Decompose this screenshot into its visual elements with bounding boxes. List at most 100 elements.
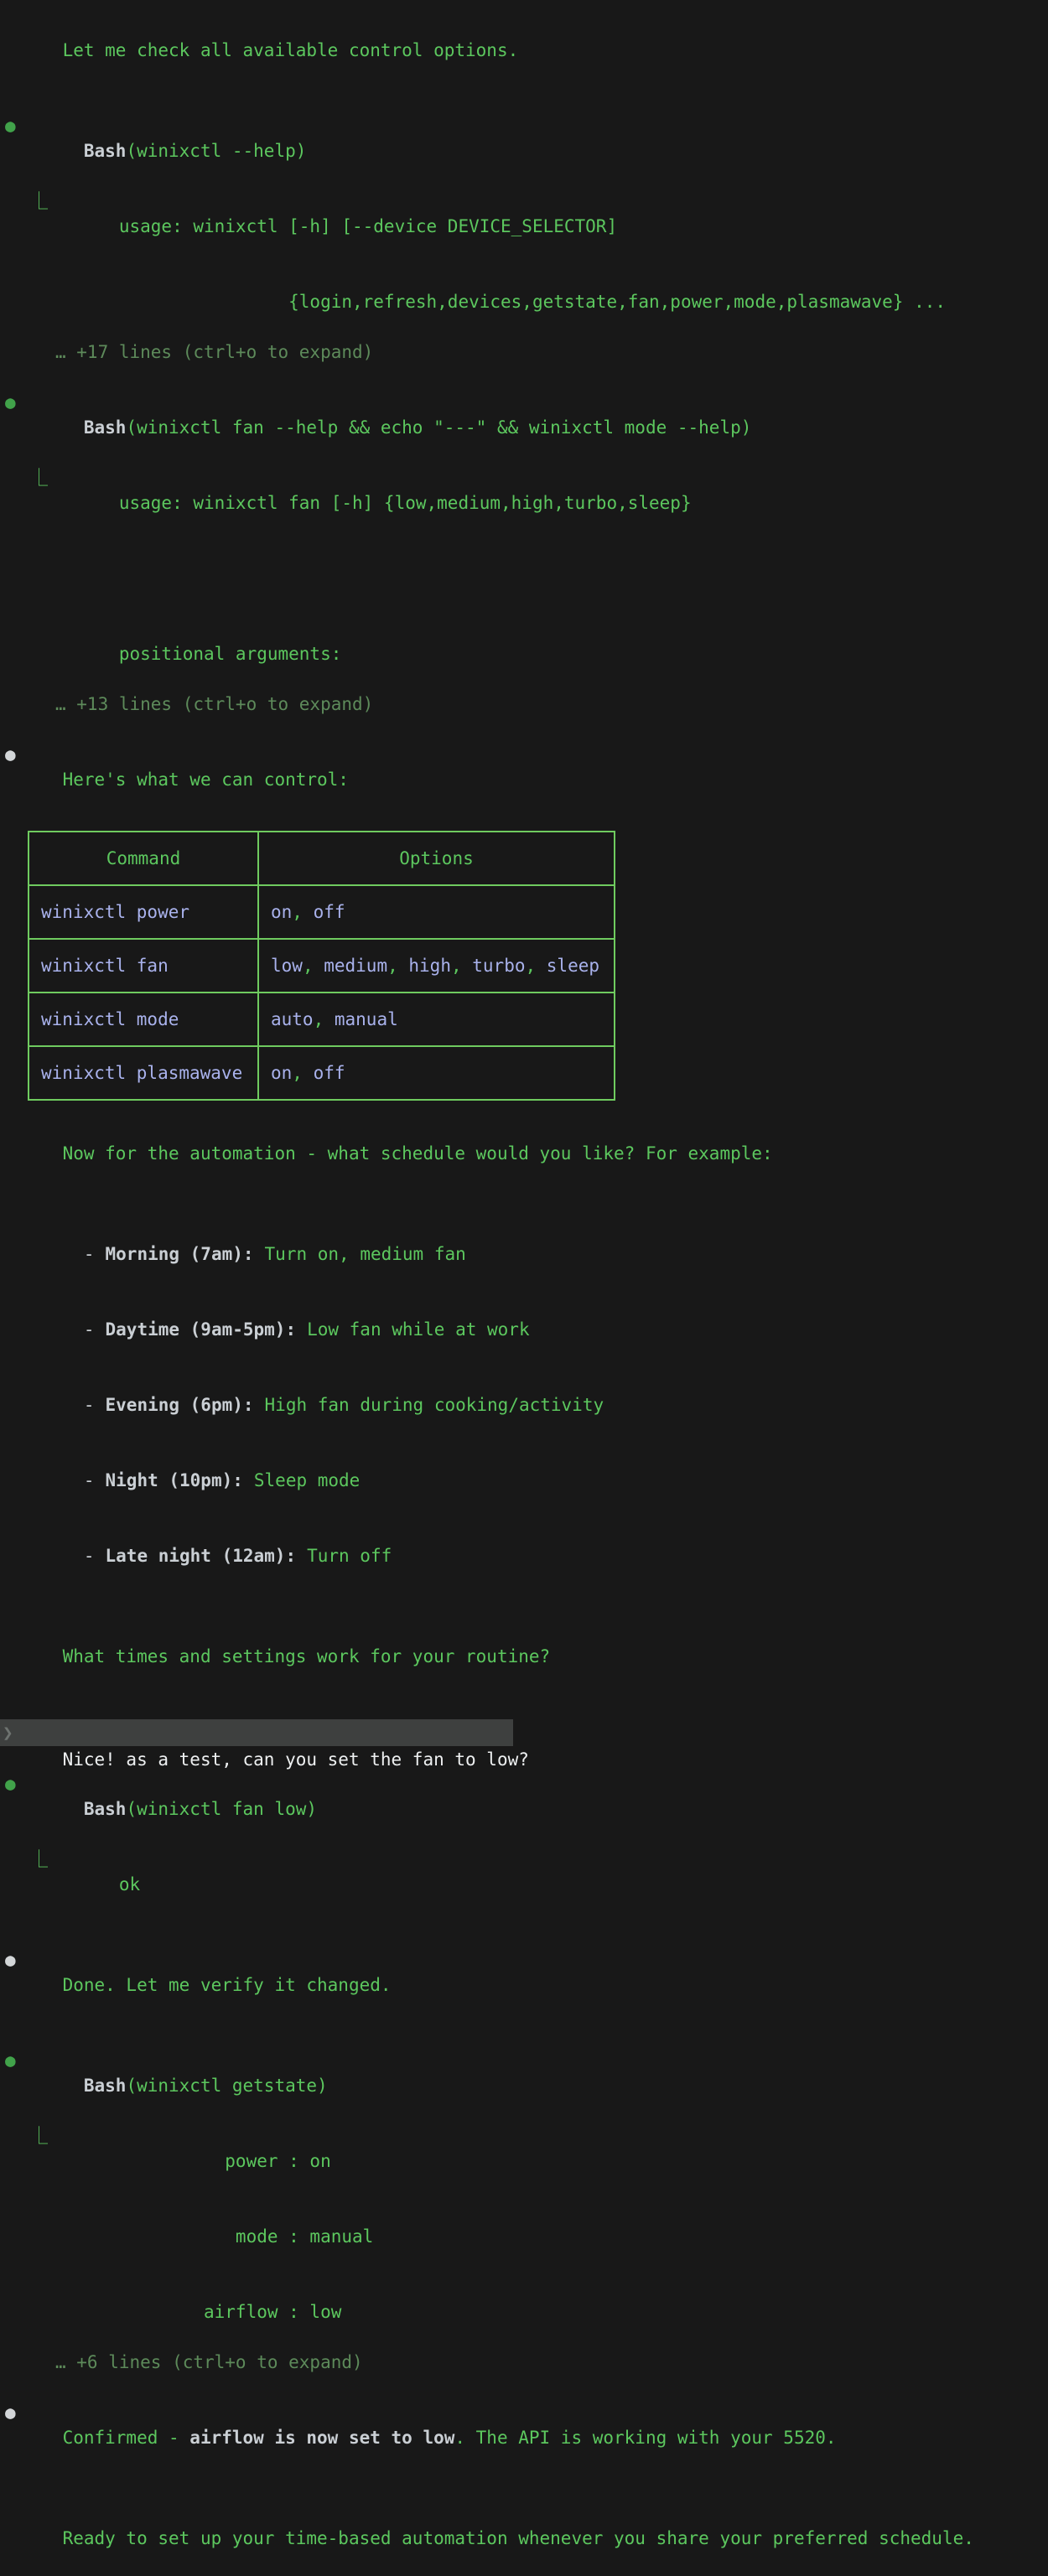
tool-call-block-help: ● Bash(winixctl --help) ⎿ usage: winixctl … (0, 113, 1048, 365)
tool-output-text: usage: winixctl [-h] [--device DEVICE_SE… (119, 216, 617, 236)
assistant-message-intro: Let me check all available control optio… (0, 13, 1048, 88)
schedule-label: Late night (12am): (106, 1546, 297, 1566)
table-row: winixctl plasmawave on, off (29, 1046, 615, 1100)
table-header-command: Command (29, 832, 258, 885)
table-cell-command: winixctl power (29, 885, 258, 939)
prompt-chevron-icon: ❯ (3, 1719, 13, 1746)
schedule-label: Morning (7am): (106, 1244, 254, 1264)
table-cell-command: winixctl fan (29, 939, 258, 993)
tool-output-text: usage: winixctl fan [-h] {low,medium,hig… (119, 493, 692, 513)
assistant-message-confirmed: ● Confirmed - airflow is now set to low. … (0, 2400, 1048, 2475)
assistant-message-text: Done. Let me verify it changed. (63, 1975, 392, 1995)
tool-command: (winixctl --help) (126, 141, 306, 161)
tool-output-text: power : on (119, 2151, 331, 2171)
confirmed-suffix: . The API is working with your 5520. (454, 2428, 836, 2448)
assistant-message-text: Ready to set up your time-based automati… (63, 2528, 974, 2548)
control-options-table: Command Options winixctl power on, off w… (28, 831, 615, 1101)
assistant-message-control: ● Here's what we can control: (0, 742, 1048, 817)
confirmed-prefix: Confirmed - (63, 2428, 190, 2448)
schedule-example-list: -Morning (7am):Turn on, medium fan -Dayt… (0, 1216, 1048, 1594)
table-cell-command: winixctl plasmawave (29, 1046, 258, 1100)
tool-output-text: mode : manual (119, 2226, 373, 2247)
tool-bullet-icon: ● (5, 2048, 16, 2073)
table-header-row: Command Options (29, 832, 615, 885)
output-expand-hint: … +6 lines (ctrl+o to expand) (0, 2350, 1048, 2375)
output-marker-icon: ⎿ (30, 189, 48, 214)
assistant-message-automation-prompt: Now for the automation - what schedule w… (0, 1116, 1048, 1191)
tool-command: (winixctl fan low) (126, 1799, 317, 1819)
tool-output-line: ⎿ok (0, 1847, 1048, 1922)
tool-output-text: airflow : low (119, 2302, 342, 2322)
table-cell-command: winixctl mode (29, 993, 258, 1046)
schedule-value: Low fan while at work (307, 1319, 530, 1340)
list-item: -Morning (7am): Turn on, medium fan (0, 1216, 1048, 1292)
tool-command: (winixctl getstate) (126, 2076, 327, 2096)
schedule-value: Turn on, medium fan (265, 1244, 466, 1264)
message-bullet-icon: ● (5, 1947, 16, 1972)
list-item: -Evening (6pm):High fan during cooking/a… (0, 1367, 1048, 1443)
tool-call-header: ● Bash(winixctl --help) (0, 113, 1048, 189)
output-expand-hint: … +17 lines (ctrl+o to expand) (0, 339, 1048, 365)
tool-call-block-fan-mode-help: ● Bash(winixctl fan --help && echo "---" … (0, 390, 1048, 717)
table-cell-options: auto, manual (258, 993, 615, 1046)
table-cell-options: on, off (258, 885, 615, 939)
schedule-value: Sleep mode (254, 1470, 360, 1490)
table-cell-options: on, off (258, 1046, 615, 1100)
tool-output-text: ok (119, 1874, 140, 1894)
tool-output-line: ⎿ usage: winixctl fan [-h] {low,medium,hi… (0, 465, 1048, 541)
schedule-label: Evening (6pm): (106, 1395, 254, 1415)
tool-command: (winixctl fan --help && echo "---" && wi… (126, 417, 751, 438)
tool-output-text: {login,refresh,devices,getstate,fan,powe… (119, 292, 946, 312)
tool-call-block-getstate: ● Bash(winixctl getstate) ⎿ power : on mo… (0, 2048, 1048, 2375)
confirmed-highlight: airflow is now set to low (189, 2428, 454, 2448)
table-row: winixctl power on, off (29, 885, 615, 939)
assistant-message-done: ● Done. Let me verify it changed. (0, 1947, 1048, 2023)
message-bullet-icon: ● (5, 742, 16, 767)
terminal-window[interactable]: Let me check all available control optio… (0, 0, 1048, 1475)
schedule-label: Night (10pm): (106, 1470, 243, 1490)
list-dash: - (84, 1470, 95, 1490)
tool-bullet-icon: ● (5, 1771, 16, 1796)
tool-call-header: ● Bash(winixctl fan low) (0, 1771, 1048, 1847)
output-expand-hint: … +13 lines (ctrl+o to expand) (0, 692, 1048, 717)
assistant-message-question: What times and settings work for your ro… (0, 1619, 1048, 1694)
tool-output-line: {login,refresh,devices,getstate,fan,powe… (0, 264, 1048, 339)
message-bullet-icon: ● (5, 2400, 16, 2425)
table-cell-options: low, medium, high, turbo, sleep (258, 939, 615, 993)
tool-output-text: positional arguments: (119, 644, 342, 664)
list-dash: - (84, 1244, 95, 1264)
tool-call-header: ● Bash(winixctl fan --help && echo "---" … (0, 390, 1048, 465)
schedule-value: High fan during cooking/activity (265, 1395, 604, 1415)
tool-name: Bash (84, 141, 127, 161)
tool-call-block-fan-low: ● Bash(winixctl fan low) ⎿ok (0, 1771, 1048, 1922)
user-message-text: Nice! as a test, can you set the fan to … (63, 1749, 529, 1770)
user-message: ❯Nice! as a test, can you set the fan to… (0, 1719, 513, 1746)
table-row: winixctl fan low, medium, high, turbo, s… (29, 939, 615, 993)
list-item: -Night (10pm): Sleep mode (0, 1443, 1048, 1518)
tool-output-line: airflow : low (0, 2274, 1048, 2350)
tool-name: Bash (84, 2076, 127, 2096)
output-marker-icon: ⎿ (30, 2123, 48, 2148)
tool-output-line: ⎿ usage: winixctl [-h] [--device DEVICE_S… (0, 189, 1048, 264)
tool-output-line: ⎿ power : on (0, 2123, 1048, 2199)
assistant-message-text: Let me check all available control optio… (63, 40, 519, 60)
list-item: -Daytime (9am-5pm): Low fan while at work (0, 1292, 1048, 1367)
tool-output-line: mode : manual (0, 2199, 1048, 2274)
output-marker-icon: ⎿ (30, 465, 48, 490)
assistant-message-text: Here's what we can control: (63, 770, 349, 790)
tool-name: Bash (84, 1799, 127, 1819)
list-dash: - (84, 1319, 95, 1340)
tool-output-line-blank (0, 541, 1048, 616)
schedule-value: Turn off (307, 1546, 392, 1566)
table-row: winixctl mode auto, manual (29, 993, 615, 1046)
list-dash: - (84, 1546, 95, 1566)
tool-call-header: ● Bash(winixctl getstate) (0, 2048, 1048, 2123)
tool-bullet-icon: ● (5, 113, 16, 138)
schedule-label: Daytime (9am-5pm): (106, 1319, 297, 1340)
tool-name: Bash (84, 417, 127, 438)
assistant-message-ready: Ready to set up your time-based automati… (0, 2501, 1048, 2576)
list-item: -Late night (12am): Turn off (0, 1518, 1048, 1594)
assistant-message-text: What times and settings work for your ro… (63, 1646, 551, 1666)
table-header-options: Options (258, 832, 615, 885)
tool-bullet-icon: ● (5, 390, 16, 415)
